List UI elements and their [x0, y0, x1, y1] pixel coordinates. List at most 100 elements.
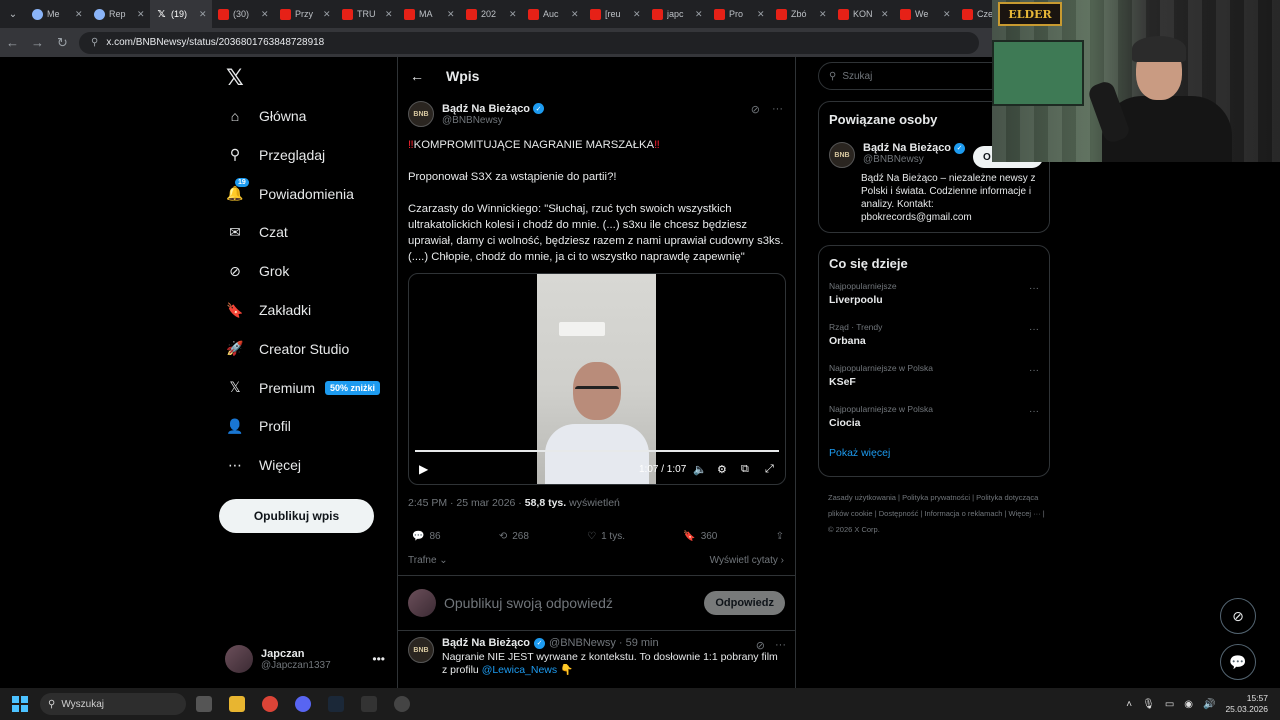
close-icon[interactable]: ✕: [447, 9, 455, 20]
x-logo-icon[interactable]: 𝕏: [226, 66, 244, 91]
close-icon[interactable]: ✕: [571, 9, 579, 20]
reply-action[interactable]: 💬 86: [412, 531, 441, 542]
footer-link[interactable]: © 2026 X Corp.: [828, 525, 880, 534]
browser-tab[interactable]: Pro ✕: [708, 0, 770, 28]
nav-item-home[interactable]: ⌂ Główna: [225, 99, 307, 133]
post-button[interactable]: Opublikuj wpis: [219, 499, 374, 533]
like-action[interactable]: ♡ 1 tys.: [587, 531, 625, 542]
browser-tab[interactable]: Rep ✕: [88, 0, 150, 28]
nav-item-person[interactable]: 👤 Profil: [225, 409, 291, 443]
reply-button[interactable]: Odpowiedz: [704, 591, 785, 615]
more-dots-icon[interactable]: ···: [1029, 324, 1039, 335]
play-icon[interactable]: ▶: [419, 462, 428, 476]
nav-item-search[interactable]: ⚲ Przeglądaj: [225, 138, 325, 172]
browser-tab[interactable]: We ✕: [894, 0, 956, 28]
volume-icon[interactable]: 🔈: [693, 463, 707, 476]
obs-icon[interactable]: [387, 688, 417, 720]
close-icon[interactable]: ✕: [819, 9, 827, 20]
nav-item-more-circle[interactable]: ⋯ Więcej: [225, 448, 301, 482]
browser-tab[interactable]: Przy ✕: [274, 0, 336, 28]
footer-link[interactable]: Polityka prywatności: [902, 493, 970, 502]
tab-list-chevron-icon[interactable]: ⌄: [0, 0, 26, 28]
display-icon[interactable]: ▭: [1165, 699, 1174, 710]
show-more-link[interactable]: Pokaż więcej: [829, 447, 1039, 459]
reload-icon[interactable]: ↻: [50, 35, 75, 51]
nav-item-grok[interactable]: ⊘ Grok: [225, 254, 289, 288]
more-dots-icon[interactable]: ···: [1029, 283, 1039, 294]
taskbar-search[interactable]: ⚲ Wyszukaj: [40, 693, 186, 715]
grok-icon[interactable]: ⊘: [756, 639, 765, 652]
settings-gear-icon[interactable]: ⚙: [717, 463, 727, 476]
nav-item-mail[interactable]: ✉ Czat: [225, 215, 288, 249]
trend-item[interactable]: Najpopularniejsze w Polska KSeF ···: [829, 359, 1039, 400]
nav-item-x[interactable]: 𝕏 Premium 50% zniżki: [225, 371, 381, 405]
steam-icon[interactable]: [321, 688, 351, 720]
close-icon[interactable]: ✕: [757, 9, 765, 20]
reply-post[interactable]: BNB Bądź Na Bieżąco ✓ @BNBNewsy · 59 min…: [408, 637, 788, 677]
bookmark-action[interactable]: 🔖 360: [683, 531, 717, 542]
trend-item[interactable]: Najpopularniejsze w Polska Ciocia ···: [829, 400, 1039, 441]
sort-dropdown[interactable]: Trafne ⌄: [408, 555, 448, 566]
browser-tab[interactable]: 202 ✕: [460, 0, 522, 28]
nav-item-rocket[interactable]: 🚀 Creator Studio: [225, 332, 349, 366]
close-icon[interactable]: ✕: [199, 9, 207, 20]
speaker-icon[interactable]: 🔊: [1203, 699, 1215, 710]
chat-float-icon[interactable]: 💬: [1220, 644, 1256, 680]
chevron-up-icon[interactable]: ˄: [1126, 699, 1132, 710]
grok-float-icon[interactable]: ⊘: [1220, 598, 1256, 634]
browser-tab[interactable]: (30) ✕: [212, 0, 274, 28]
nav-item-bookmark[interactable]: 🔖 Zakładki: [225, 293, 311, 327]
nav-item-bell[interactable]: 🔔 19 Powiadomienia: [225, 177, 354, 211]
forward-arrow-icon[interactable]: →: [25, 35, 50, 50]
close-icon[interactable]: ✕: [695, 9, 703, 20]
reply-input[interactable]: Opublikuj swoją odpowiedź: [444, 595, 613, 611]
close-icon[interactable]: ✕: [385, 9, 393, 20]
related-person[interactable]: BNB Bądź Na Bieżąco ✓ @BNBNewsy: [829, 142, 966, 168]
browser-tab[interactable]: 𝕏 (19) ✕: [150, 0, 212, 28]
more-dots-icon[interactable]: ···: [1029, 406, 1039, 417]
more-dots-icon[interactable]: ···: [1029, 365, 1039, 376]
grok-icon[interactable]: ⊘: [751, 103, 760, 116]
close-icon[interactable]: ✕: [323, 9, 331, 20]
trend-item[interactable]: Najpopularniejsze Liverpoolu ···: [829, 277, 1039, 318]
url-field[interactable]: ⚲ x.com/BNBNewsy/status/2036801763848728…: [79, 31, 979, 54]
browser-tab[interactable]: KON ✕: [832, 0, 894, 28]
mention-link[interactable]: @Lewica_News: [482, 664, 557, 676]
back-arrow-icon[interactable]: ←: [0, 35, 25, 50]
author-handle[interactable]: @BNBNewsy: [442, 115, 544, 126]
close-icon[interactable]: ✕: [943, 9, 951, 20]
browser-tab[interactable]: Zbó ✕: [770, 0, 832, 28]
chrome-icon[interactable]: [255, 688, 285, 720]
close-icon[interactable]: ✕: [509, 9, 517, 20]
video-progress-bar[interactable]: [415, 450, 779, 452]
more-dots-icon[interactable]: •••: [372, 652, 385, 666]
close-icon[interactable]: ✕: [137, 9, 145, 20]
reply-author-name[interactable]: Bądź Na Bieżąco: [442, 637, 530, 649]
account-switcher[interactable]: Japczan @Japczan1337 •••: [225, 639, 385, 679]
browser-tab[interactable]: TRU ✕: [336, 0, 398, 28]
browser-tab[interactable]: [reu ✕: [584, 0, 646, 28]
network-icon[interactable]: ◉: [1184, 699, 1193, 710]
browser-tab[interactable]: MA ✕: [398, 0, 460, 28]
trend-item[interactable]: Rząd · Trendy Orbana ···: [829, 318, 1039, 359]
footer-link[interactable]: Zasady użytkowania: [828, 493, 896, 502]
footer-link[interactable]: Więcej ···: [1009, 509, 1041, 518]
browser-tab[interactable]: japc ✕: [646, 0, 708, 28]
author-avatar[interactable]: BNB: [408, 101, 434, 127]
close-icon[interactable]: ✕: [75, 9, 83, 20]
task-view-icon[interactable]: [189, 688, 219, 720]
close-icon[interactable]: ✕: [881, 9, 889, 20]
video-player[interactable]: ▶ 1:07 / 1:07 🔈 ⚙ ⧉ ⤢: [408, 273, 786, 485]
back-arrow-icon[interactable]: ←: [410, 68, 424, 84]
fullscreen-icon[interactable]: ⤢: [765, 463, 774, 476]
view-quotes-link[interactable]: Wyświetl cytaty ›: [710, 555, 784, 566]
more-dots-icon[interactable]: ···: [775, 639, 786, 652]
more-dots-icon[interactable]: ···: [772, 103, 783, 116]
footer-link[interactable]: Dostępność: [879, 509, 919, 518]
picture-in-picture-icon[interactable]: ⧉: [741, 463, 749, 476]
repost-action[interactable]: ⟲ 268: [499, 531, 529, 542]
related-name[interactable]: Bądź Na Bieżąco: [863, 142, 951, 154]
author-avatar[interactable]: BNB: [829, 142, 855, 168]
close-icon[interactable]: ✕: [261, 9, 269, 20]
browser-tab[interactable]: Me ✕: [26, 0, 88, 28]
